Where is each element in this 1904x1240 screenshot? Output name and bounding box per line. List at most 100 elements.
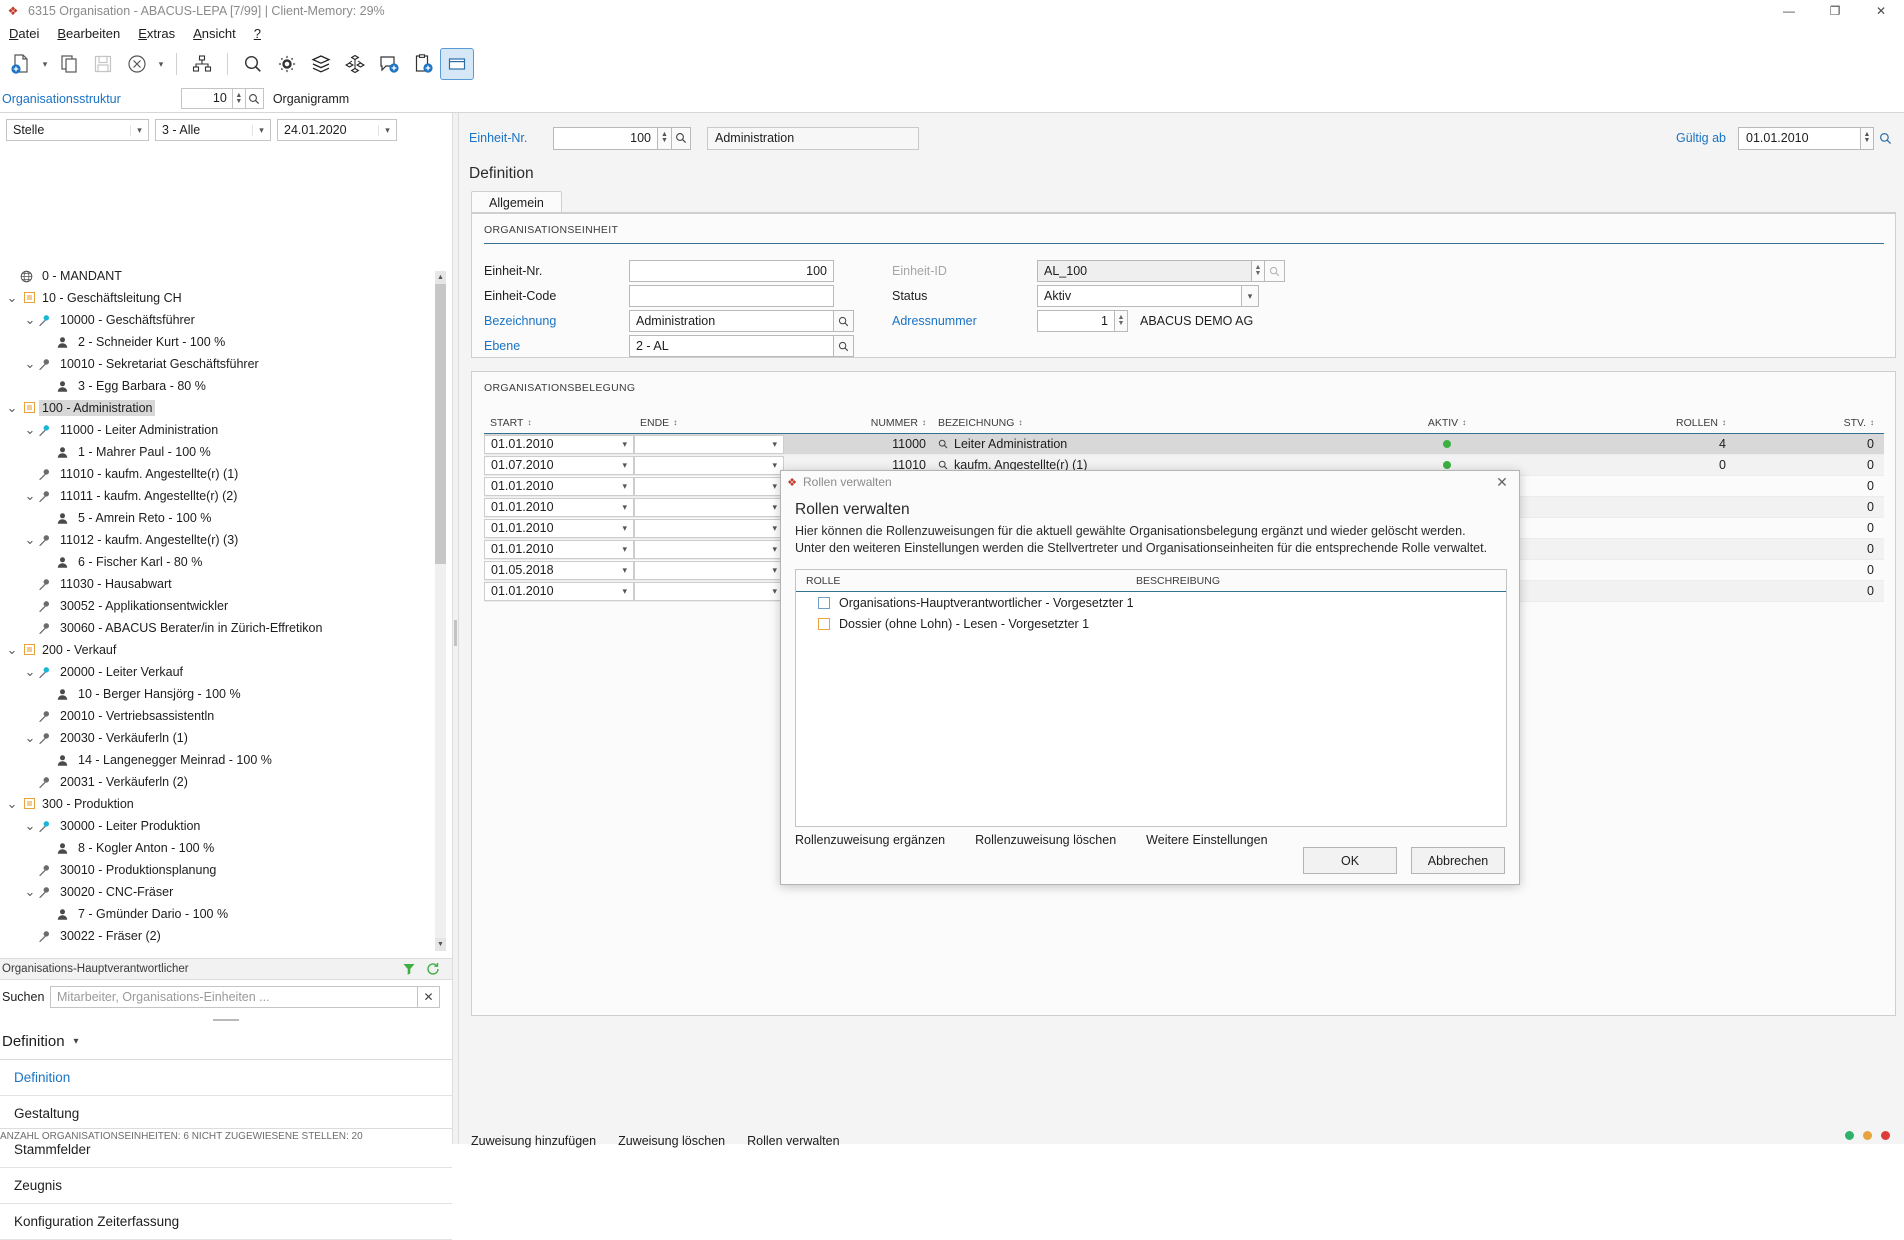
adressnummer-spinner[interactable]: ▲ ▼: [1115, 310, 1128, 332]
chevron-down-icon[interactable]: ▾: [622, 586, 627, 597]
tree-scrollbar[interactable]: ▲ ▼: [435, 271, 446, 951]
search-input[interactable]: Mitarbeiter, Organisations-Einheiten ...: [50, 986, 418, 1008]
chevron-down-icon[interactable]: ▾: [772, 481, 777, 492]
gueltig-ab-input[interactable]: 01.01.2010: [1738, 126, 1861, 150]
gear-icon[interactable]: [270, 48, 304, 80]
cell-start[interactable]: 01.07.2010 ▾: [484, 455, 634, 475]
cell-ende[interactable]: ▾: [634, 581, 784, 601]
dialog-close-button[interactable]: ✕: [1485, 474, 1519, 491]
cell-start[interactable]: 01.01.2010 ▾: [484, 434, 634, 454]
alle-select[interactable]: 3 - Alle ▾: [155, 119, 271, 141]
bezeichnung-field[interactable]: Administration: [629, 310, 834, 332]
sort-icon[interactable]: ↕: [922, 418, 926, 427]
tree-node[interactable]: ⌄ 11011 - kaufm. Angestellte(r) (2): [0, 485, 452, 507]
chevron-down-icon[interactable]: ⌄: [4, 642, 20, 658]
cancel-icon[interactable]: [120, 48, 154, 80]
panel-splitter-grip[interactable]: [454, 620, 457, 646]
role-row[interactable]: Dossier (ohne Lohn) - Lesen - Vorgesetzt…: [796, 613, 1506, 634]
role-row[interactable]: Organisations-Hauptverantwortlicher - Vo…: [796, 592, 1506, 613]
tab-allgemein[interactable]: Allgemein: [471, 191, 562, 213]
tree-node[interactable]: ⌄ 300 - Produktion: [0, 793, 452, 815]
tree-node[interactable]: 7 - Gmünder Dario - 100 %: [0, 903, 452, 925]
cell-nummer[interactable]: 11000: [784, 434, 932, 455]
chevron-down-icon[interactable]: ▾: [622, 523, 627, 534]
cell-search-icon[interactable]: [938, 460, 948, 470]
chevron-down-icon[interactable]: ⌄: [22, 664, 38, 680]
ok-button[interactable]: OK: [1303, 847, 1397, 874]
chevron-down-icon[interactable]: ▾: [622, 544, 627, 555]
panel-resize-grip[interactable]: [0, 1015, 452, 1024]
chevron-down-icon[interactable]: ⌄: [4, 400, 20, 416]
role-checkbox-icon[interactable]: [818, 596, 830, 609]
ebene-field[interactable]: 2 - AL: [629, 335, 834, 357]
adressnummer-label[interactable]: Adressnummer: [892, 314, 1037, 328]
structure-number-spinner[interactable]: ▲ ▼: [232, 88, 246, 109]
tree-node[interactable]: 11030 - Hausabwart: [0, 573, 452, 595]
cell-start[interactable]: 01.01.2010 ▾: [484, 581, 634, 601]
save-icon[interactable]: [86, 48, 120, 80]
column-start[interactable]: START ↕: [484, 417, 634, 429]
structure-number-input[interactable]: 10: [180, 88, 233, 109]
cell-ende[interactable]: ▾: [634, 497, 784, 517]
bezeichnung-label[interactable]: Bezeichnung: [484, 314, 629, 328]
chevron-down-icon[interactable]: ▾: [622, 460, 627, 471]
table-row[interactable]: 01.01.2010 ▾ ▾ 11000 Leiter Administration 4 0: [484, 434, 1884, 455]
column-rollen[interactable]: ROLLEN ↕: [1562, 417, 1732, 429]
menu-ansicht[interactable]: Ansicht: [184, 26, 245, 41]
bezeichnung-search-icon[interactable]: [834, 310, 854, 332]
chevron-down-icon[interactable]: ▾: [622, 481, 627, 492]
einheit-code-field[interactable]: [629, 285, 834, 307]
menu-extras[interactable]: Extras: [129, 26, 184, 41]
minimize-button[interactable]: —: [1766, 0, 1812, 22]
tree-node[interactable]: ⌄ 200 - Verkauf: [0, 639, 452, 661]
chevron-down-icon[interactable]: ▾: [252, 124, 270, 136]
tree-node[interactable]: 3 - Egg Barbara - 80 %: [0, 375, 452, 397]
cell-ende[interactable]: ▾: [634, 434, 784, 454]
cell-ende[interactable]: ▾: [634, 560, 784, 580]
structure-number-stepper[interactable]: 10 ▲ ▼: [180, 88, 264, 109]
organisationsstruktur-link[interactable]: Organisationsstruktur: [2, 92, 121, 106]
tree-node[interactable]: 6 - Fischer Karl - 80 %: [0, 551, 452, 573]
ebene-label[interactable]: Ebene: [484, 339, 629, 353]
menu-datei[interactable]: Datei: [0, 26, 48, 41]
tree-node[interactable]: 2 - Schneider Kurt - 100 %: [0, 331, 452, 353]
organigramm-label[interactable]: Organigramm: [273, 92, 349, 106]
chevron-down-icon[interactable]: ▾: [1242, 285, 1259, 307]
orgchart-icon[interactable]: [185, 48, 219, 80]
tree-node[interactable]: ⌄ 10010 - Sekretariat Geschäftsführer: [0, 353, 452, 375]
sidebar-item-konfiguration-zeiterfassung[interactable]: Konfiguration Zeiterfassung: [0, 1204, 452, 1240]
einheit-nr-field[interactable]: 100: [629, 260, 834, 282]
chevron-down-icon[interactable]: ⌄: [22, 488, 38, 504]
tree-node[interactable]: 30052 - Applikationsentwickler: [0, 595, 452, 617]
sort-icon[interactable]: ↕: [673, 418, 677, 427]
sidebar-item-gestaltung[interactable]: Gestaltung: [0, 1096, 452, 1132]
cell-bezeichnung[interactable]: Leiter Administration: [932, 434, 1332, 455]
tree-node[interactable]: 20031 - Verkäuferln (2): [0, 771, 452, 793]
chevron-down-icon[interactable]: ⌄: [22, 884, 38, 900]
cell-start[interactable]: 01.01.2010 ▾: [484, 539, 634, 559]
tree-node[interactable]: 30022 - Fräser (2): [0, 925, 452, 947]
tree-node[interactable]: 5 - Amrein Reto - 100 %: [0, 507, 452, 529]
chevron-down-icon[interactable]: ▾: [772, 523, 777, 534]
scroll-up-icon[interactable]: ▲: [435, 271, 446, 284]
einheit-nr-input[interactable]: 100: [553, 126, 658, 150]
chevron-down-icon[interactable]: ▾: [622, 565, 627, 576]
chevron-down-icon[interactable]: ▾: [772, 586, 777, 597]
chevron-down-icon[interactable]: ▾: [622, 502, 627, 513]
adressnummer-field[interactable]: 1: [1037, 310, 1115, 332]
chevron-down-icon[interactable]: ▾: [622, 439, 627, 450]
chevron-down-icon[interactable]: ▾: [74, 1036, 79, 1047]
einheit-nr-search-icon[interactable]: [672, 126, 691, 150]
chevron-down-icon[interactable]: ⌄: [22, 312, 38, 328]
chevron-down-icon[interactable]: ▾: [772, 502, 777, 513]
chevron-down-icon[interactable]: ⌄: [4, 796, 20, 812]
tree-node[interactable]: ⌄ 10000 - Geschäftsführer: [0, 309, 452, 331]
tree-node[interactable]: 30060 - ABACUS Berater/in in Zürich-Effr…: [0, 617, 452, 639]
scroll-thumb[interactable]: [435, 284, 446, 564]
cell-ende[interactable]: ▾: [634, 476, 784, 496]
chevron-down-icon[interactable]: ▾: [772, 460, 777, 471]
cancel-button[interactable]: Abbrechen: [1411, 847, 1505, 874]
tree-node[interactable]: ⌄ 30020 - CNC-Fräser: [0, 881, 452, 903]
chevron-down-icon[interactable]: ⌄: [22, 730, 38, 746]
einheit-nr-spinner[interactable]: ▲ ▼: [658, 126, 672, 150]
